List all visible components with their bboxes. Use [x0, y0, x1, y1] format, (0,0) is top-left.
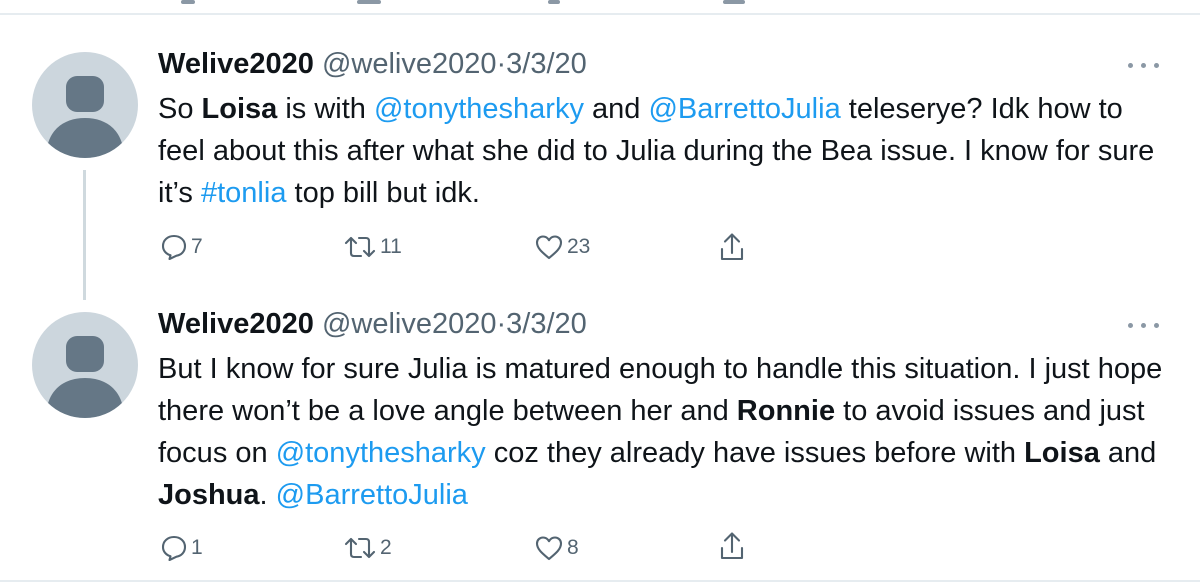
retweet-icon — [344, 537, 376, 559]
reply-count: 1 — [191, 536, 203, 559]
mention-link[interactable]: @tonythesharky — [276, 437, 486, 469]
bold-text: Loisa — [1024, 437, 1100, 469]
bold-text: Ronnie — [736, 395, 836, 427]
like-icon — [535, 536, 563, 561]
bold-text: Joshua — [158, 479, 260, 511]
tweet-text: But I know for sure Julia is matured eno… — [158, 348, 1168, 516]
reply-button[interactable]: 1 — [160, 532, 203, 564]
display-name[interactable]: Welive2020 — [158, 308, 314, 340]
share-button[interactable] — [719, 530, 745, 562]
retweet-count: 2 — [380, 536, 392, 559]
tweet-header: Welive2020 @welive2020·3/3/20 — [158, 307, 587, 341]
retweet-button[interactable]: 2 — [343, 532, 392, 564]
like-button[interactable]: 8 — [534, 532, 579, 564]
text-segment: coz they already have issues before with — [485, 437, 1025, 469]
default-avatar-icon[interactable] — [32, 312, 138, 418]
text-segment: and — [1099, 437, 1157, 469]
mention-link[interactable]: @BarrettoJulia — [276, 479, 468, 511]
more-options-icon[interactable] — [1128, 318, 1164, 332]
bottom-divider — [0, 580, 1200, 582]
reply-icon — [161, 535, 187, 562]
separator-dot: · — [496, 308, 507, 340]
text-segment: . — [259, 479, 276, 511]
like-count: 8 — [567, 536, 579, 559]
share-icon — [720, 532, 744, 560]
tweet-date[interactable]: 3/3/20 — [506, 308, 587, 340]
user-handle[interactable]: @welive2020 — [322, 308, 497, 340]
tweet[interactable]: Welive2020 @welive2020·3/3/20 But I know… — [0, 0, 1200, 580]
